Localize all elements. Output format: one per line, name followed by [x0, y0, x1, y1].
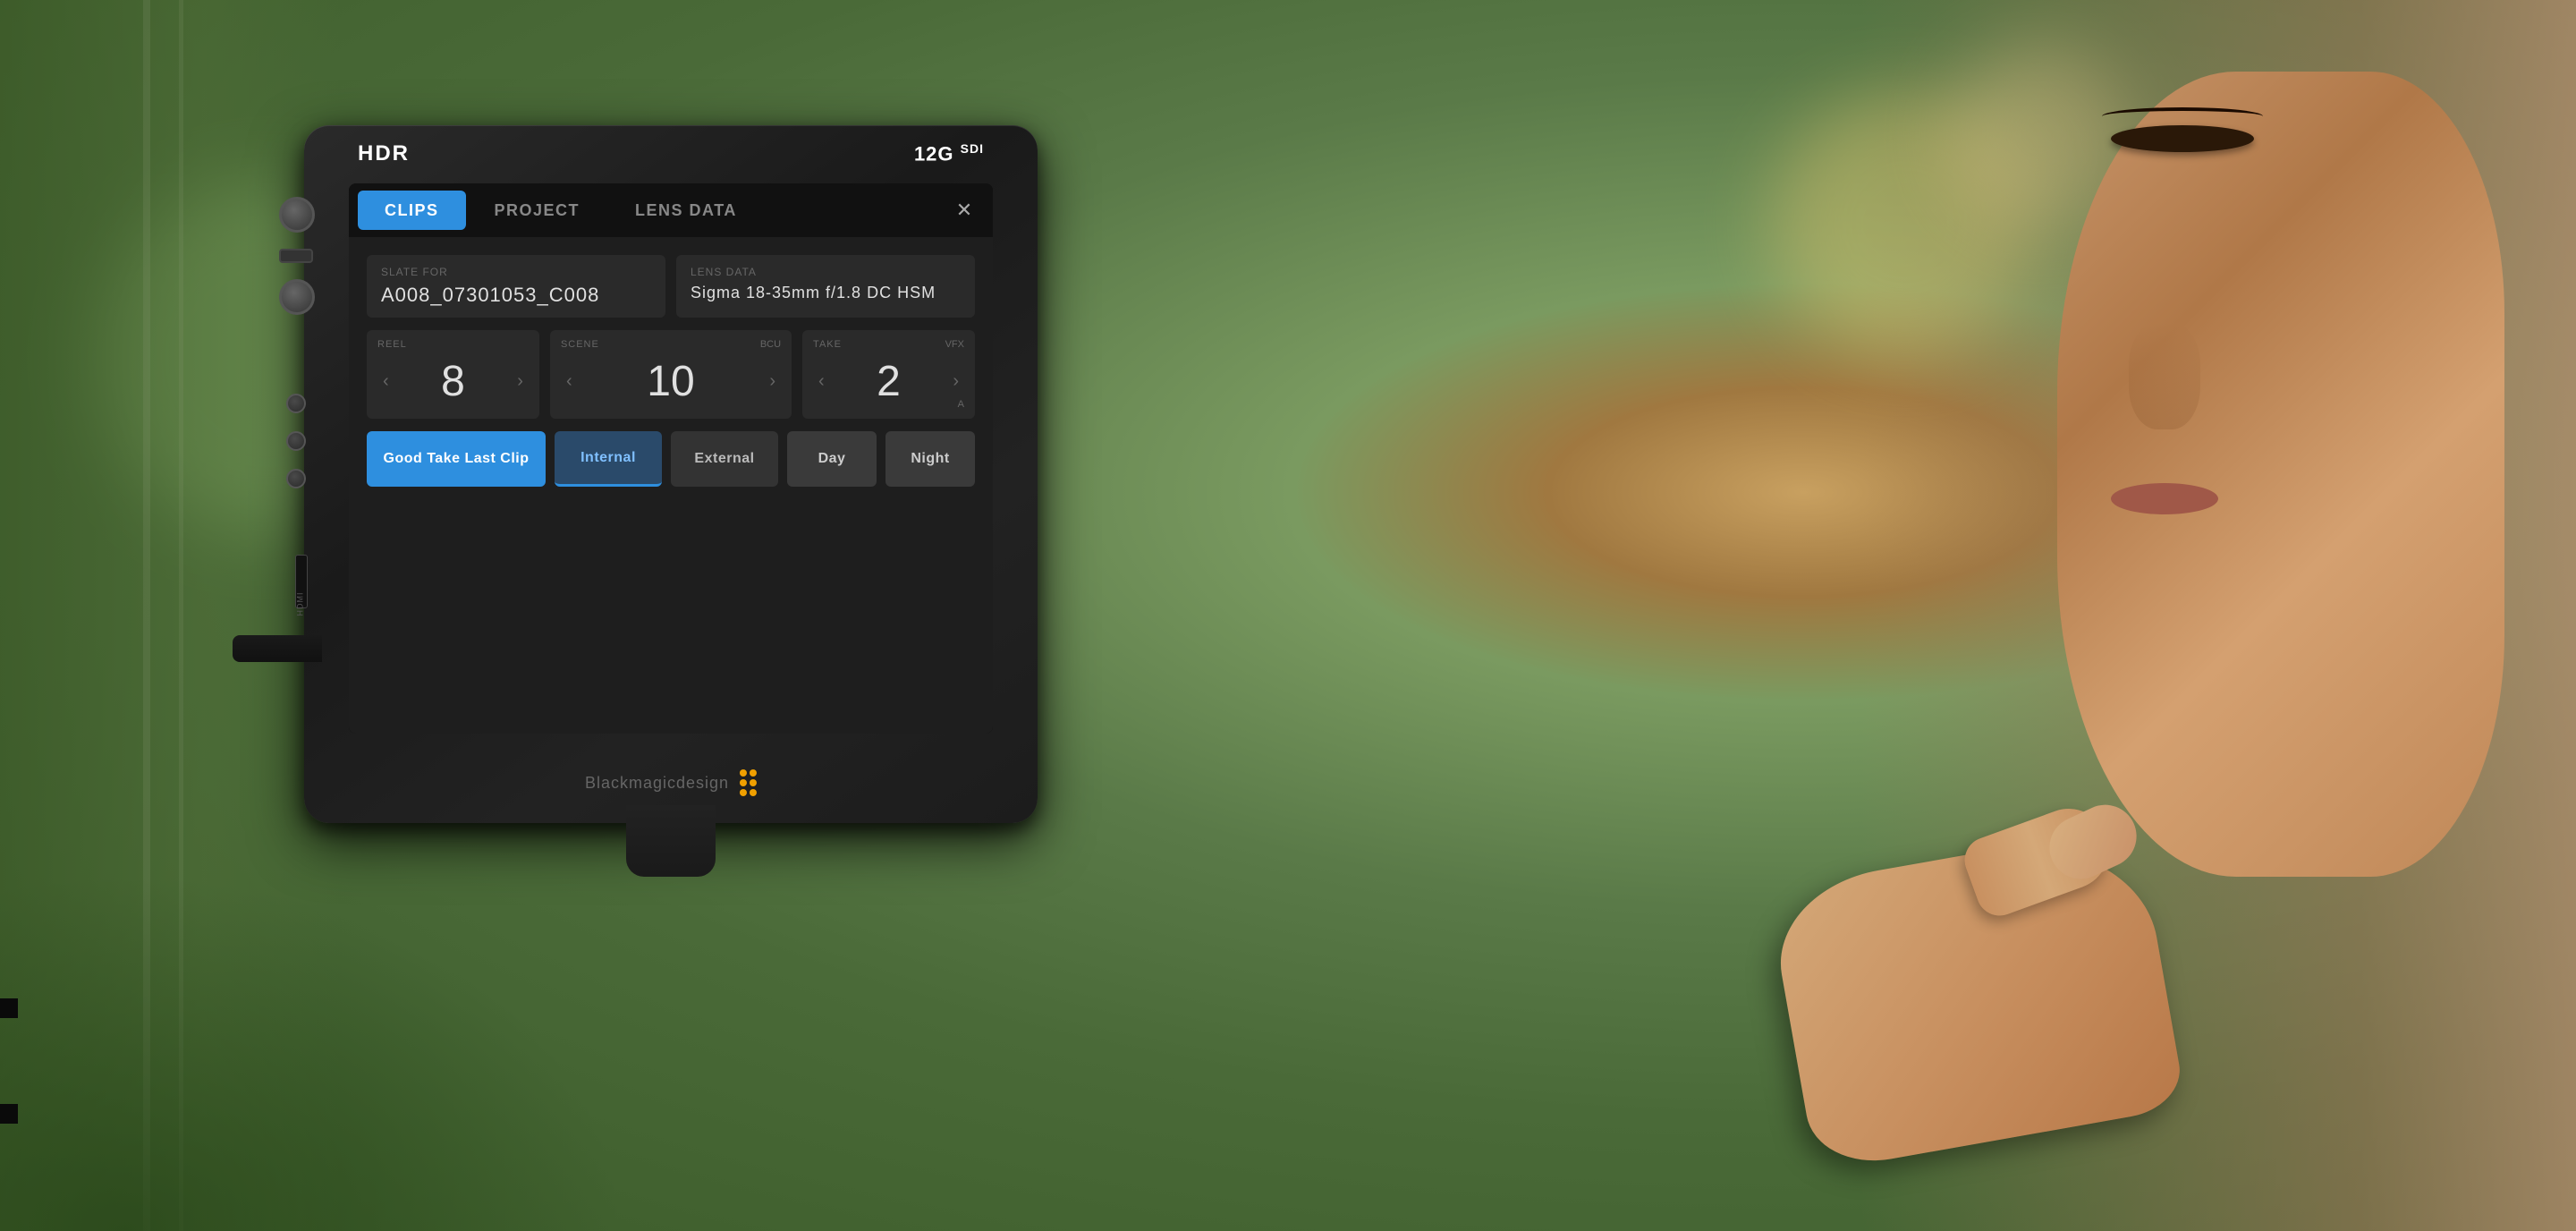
lens-data-value: Sigma 18-35mm f/1.8 DC HSM: [691, 284, 961, 302]
brand-dot-2: [750, 769, 757, 777]
left-connectors: [279, 197, 315, 315]
take-value: 2: [830, 357, 948, 406]
sdi-badge: 12G SDI: [914, 141, 984, 166]
brand-dot-6: [750, 789, 757, 796]
brand-dot-1: [740, 769, 747, 777]
reel-counter: ‹ 8 ›: [377, 353, 529, 410]
sdi-number: 12G: [914, 143, 954, 166]
counter-row: REEL ‹ 8 › SCENE BCU: [367, 330, 975, 419]
side-button-3[interactable]: [286, 469, 306, 488]
hdr-badge: HDR: [358, 141, 410, 166]
lens-data-card: LENS DATA Sigma 18-35mm f/1.8 DC HSM: [676, 255, 975, 318]
reel-prev-button[interactable]: ‹: [377, 371, 394, 392]
hdmi-port: [233, 635, 322, 662]
night-button[interactable]: Night: [886, 431, 975, 487]
brand-name: Blackmagicdesign: [585, 774, 729, 793]
monitor-top-bar: HDR 12G SDI: [358, 141, 984, 166]
brand-dot-5: [740, 789, 747, 796]
eye: [2111, 125, 2254, 152]
take-label: TAKE: [813, 339, 842, 350]
scene-counter: ‹ 10 ›: [561, 353, 781, 410]
content-area: SLATE FOR A008_07301053_C008 LENS DATA S…: [349, 237, 993, 734]
monitor-device: HDMI HDR 12G SDI CLIPS PROJECT LENS DATA…: [304, 125, 1038, 823]
face: [2057, 72, 2504, 877]
side-button-2[interactable]: [286, 431, 306, 451]
screen: CLIPS PROJECT LENS DATA ✕ SLATE FOR A008…: [349, 183, 993, 734]
xlr-connector-bottom: [279, 279, 315, 315]
info-row: SLATE FOR A008_07301053_C008 LENS DATA S…: [367, 255, 975, 318]
take-counter: ‹ 2 ›: [813, 353, 964, 410]
reel-next-button[interactable]: ›: [512, 371, 529, 392]
external-button[interactable]: External: [671, 431, 778, 487]
lens-data-label: LENS DATA: [691, 266, 961, 278]
reel-value: 8: [394, 357, 513, 406]
tab-bar: CLIPS PROJECT LENS DATA ✕: [349, 183, 993, 237]
slate-card: SLATE FOR A008_07301053_C008: [367, 255, 665, 318]
vfx-label: VFX: [945, 339, 964, 350]
hand: [1789, 855, 2165, 1142]
scene-prev-button[interactable]: ‹: [561, 371, 578, 392]
good-take-button[interactable]: Good Take Last Clip: [367, 431, 546, 487]
side-button-1[interactable]: [286, 394, 306, 413]
scene-card: SCENE BCU ‹ 10 ›: [550, 330, 792, 419]
slate-for-label: SLATE FOR: [381, 266, 651, 278]
slate-value: A008_07301053_C008: [381, 284, 651, 307]
plant-overlay-bottom: [0, 873, 626, 1231]
reel-label: REEL: [377, 339, 407, 350]
side-buttons: [286, 394, 306, 488]
action-row: Good Take Last Clip Internal External Da…: [367, 431, 975, 487]
scene-label: SCENE: [561, 339, 599, 350]
sdi-suffix: SDI: [961, 141, 984, 156]
internal-button[interactable]: Internal: [555, 431, 662, 487]
xlr-connector-top: [279, 197, 315, 233]
hdmi-wire: [0, 998, 18, 1124]
connector-rect-1: [279, 249, 313, 263]
brand-dot-3: [740, 779, 747, 786]
brand-logo-dots: [740, 769, 757, 796]
monitor-mount: [626, 805, 716, 877]
take-card: TAKE ‹ 2 › VFX A: [802, 330, 975, 419]
tab-lens-data[interactable]: LENS DATA: [608, 191, 764, 230]
bcu-label: BCU: [760, 339, 781, 350]
hdmi-label: HDMI: [296, 592, 305, 616]
day-button[interactable]: Day: [787, 431, 877, 487]
tab-project[interactable]: PROJECT: [468, 191, 607, 230]
nose: [2129, 322, 2200, 429]
lips: [2111, 483, 2218, 514]
scene-value: 10: [578, 357, 765, 406]
take-next-button[interactable]: ›: [947, 371, 964, 392]
close-button[interactable]: ✕: [945, 191, 984, 230]
brand-dot-4: [750, 779, 757, 786]
scene-next-button[interactable]: ›: [764, 371, 781, 392]
take-prev-button[interactable]: ‹: [813, 371, 830, 392]
reel-card: REEL ‹ 8 ›: [367, 330, 539, 419]
bottom-branding: Blackmagicdesign: [585, 769, 757, 796]
screen-ui: CLIPS PROJECT LENS DATA ✕ SLATE FOR A008…: [349, 183, 993, 734]
a-label: A: [958, 399, 964, 410]
eyelash: [2102, 107, 2263, 125]
tab-clips[interactable]: CLIPS: [358, 191, 466, 230]
